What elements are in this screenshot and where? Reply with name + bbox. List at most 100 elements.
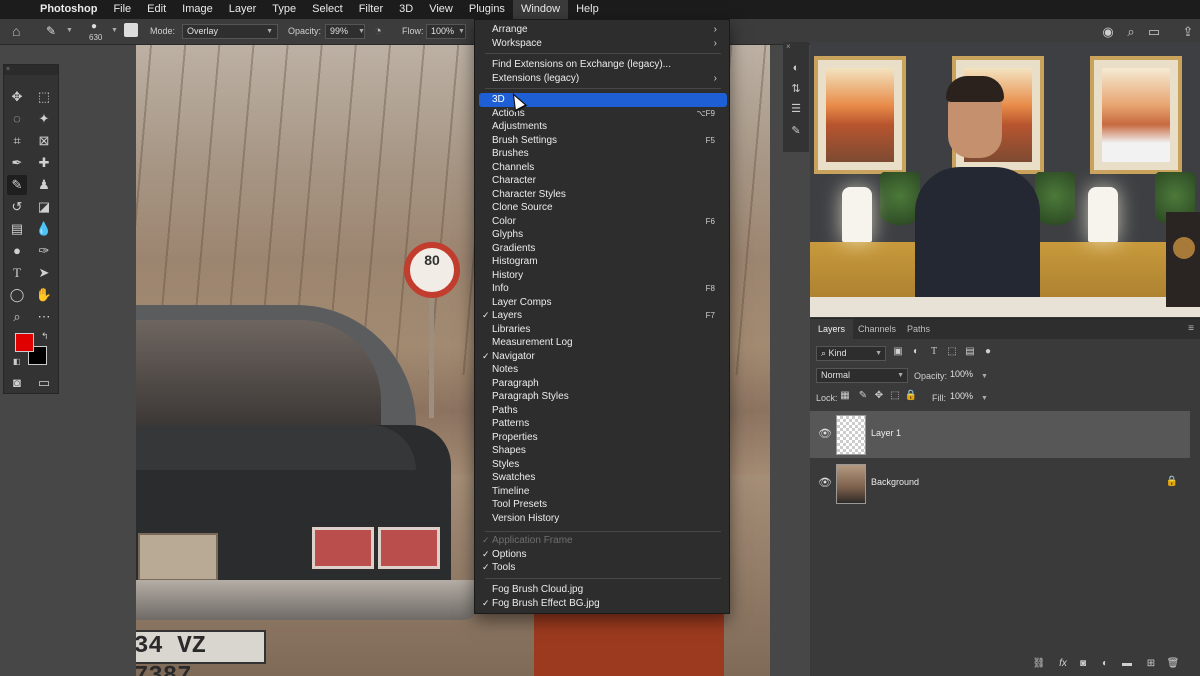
lasso-tool-icon[interactable]: ◌	[7, 109, 27, 129]
menu-item-clone-source[interactable]: Clone Source	[479, 201, 727, 215]
menu-item-info[interactable]: Info F8	[479, 282, 727, 296]
menu-item-tools[interactable]: ✓ Tools	[479, 561, 727, 575]
lock-pixels-icon[interactable]: ✎	[856, 390, 870, 401]
tool-preset-chevron-icon[interactable]: ▼	[66, 27, 73, 34]
menu-item-gradients[interactable]: Gradients	[479, 242, 727, 256]
menu-window[interactable]: Window	[512, 0, 569, 19]
menu-item-measurement-log[interactable]: Measurement Log	[479, 336, 727, 350]
tab-paths[interactable]: Paths	[899, 319, 938, 339]
add-mask-icon[interactable]: ◙	[1076, 658, 1090, 669]
zoom-tool-icon[interactable]: ⌕	[7, 307, 27, 327]
eraser-icon[interactable]: ◪	[34, 197, 54, 217]
new-group-icon[interactable]: ▬	[1120, 658, 1134, 669]
visibility-eye-icon[interactable]: 👁	[818, 476, 832, 489]
menu-item-extensions[interactable]: Extensions (legacy) ›	[479, 72, 727, 86]
menu-item-history[interactable]: History	[479, 269, 727, 283]
more-tools-icon[interactable]: ⋯	[34, 307, 54, 327]
menu-item-paths[interactable]: Paths	[479, 404, 727, 418]
default-colors-icon[interactable]: ◧	[13, 357, 21, 366]
menu-type[interactable]: Type	[264, 0, 304, 19]
clone-stamp-icon[interactable]: ♟	[34, 175, 54, 195]
menu-item-navigator[interactable]: ✓ Navigator	[479, 350, 727, 364]
frame-tool-icon[interactable]: ⊠	[34, 131, 54, 151]
tools-panel-header[interactable]: ×	[4, 65, 58, 75]
menu-item-arrange[interactable]: Arrange ›	[479, 23, 727, 37]
filter-shape-icon[interactable]: ⬚	[945, 346, 959, 357]
delete-layer-icon[interactable]: 🗑	[1166, 658, 1180, 669]
opacity-chevron-icon[interactable]: ▼	[981, 373, 988, 380]
menu-filter[interactable]: Filter	[351, 0, 391, 19]
filter-toggle-icon[interactable]: ●	[981, 346, 995, 357]
menu-item-workspace[interactable]: Workspace ›	[479, 37, 727, 51]
menu-item-channels[interactable]: Channels	[479, 161, 727, 175]
menu-item-version-history[interactable]: Version History	[479, 512, 727, 526]
menu-item-shapes[interactable]: Shapes	[479, 444, 727, 458]
eyedropper-icon[interactable]: ✒	[7, 153, 27, 173]
filter-smart-object-icon[interactable]: ▤	[963, 346, 977, 357]
dodge-tool-icon[interactable]: ●	[7, 241, 27, 261]
flow-chevron-icon[interactable]: ▼	[458, 28, 465, 35]
menu-item-properties[interactable]: Properties	[479, 431, 727, 445]
menu-item-styles[interactable]: Styles	[479, 458, 727, 472]
new-layer-icon[interactable]: ⊞	[1144, 658, 1158, 669]
brush-settings-panel-icon[interactable]: ✎	[788, 124, 804, 140]
filter-type-icon[interactable]: T	[927, 346, 941, 357]
visibility-eye-icon[interactable]: 👁	[818, 427, 832, 440]
filter-kind-dropdown[interactable]: ⌕ Kind ▼	[816, 346, 886, 361]
lock-all-icon[interactable]: 🔒	[904, 390, 918, 401]
search-icon[interactable]: ⌕	[1123, 24, 1139, 40]
menu-item-options[interactable]: ✓ Options	[479, 548, 727, 562]
tab-layers[interactable]: Layers	[810, 319, 854, 339]
menu-item-brushes[interactable]: Brushes	[479, 147, 727, 161]
menu-view[interactable]: View	[421, 0, 461, 19]
crop-tool-icon[interactable]: ⌗	[7, 131, 27, 151]
menu-item-document-1[interactable]: Fog Brush Cloud.jpg	[479, 583, 727, 597]
path-selection-icon[interactable]: ➤	[34, 263, 54, 283]
share-icon[interactable]: ⇪	[1180, 24, 1196, 40]
menu-photoshop[interactable]: Photoshop	[32, 0, 105, 19]
filter-adjustment-icon[interactable]: ◐	[909, 346, 923, 357]
lock-artboard-icon[interactable]: ⬚	[888, 390, 902, 401]
adjustments-panel-icon[interactable]: ☰	[788, 102, 804, 118]
menu-item-tool-presets[interactable]: Tool Presets	[479, 498, 727, 512]
layer-style-icon[interactable]: fx	[1056, 658, 1070, 669]
navigator-panel-icon[interactable]: ◐	[788, 62, 804, 78]
quick-mask-icon[interactable]: ◙	[7, 373, 27, 393]
move-tool-icon[interactable]: ✥	[7, 87, 27, 107]
menu-item-document-2[interactable]: ✓ Fog Brush Effect BG.jpg	[479, 597, 727, 611]
close-icon[interactable]: ×	[786, 42, 791, 51]
screen-mode-icon[interactable]: ▭	[34, 373, 54, 393]
layer-row-layer-1[interactable]: 👁 Layer 1	[810, 411, 1190, 458]
workspace-icon[interactable]: ▭	[1146, 24, 1162, 40]
mode-dropdown[interactable]: Overlay ▼	[182, 24, 278, 39]
account-icon[interactable]: ◉	[1100, 24, 1116, 40]
gradient-tool-icon[interactable]: ▤	[7, 219, 27, 239]
blur-tool-icon[interactable]: 💧	[34, 219, 54, 239]
brush-preset-chevron-icon[interactable]: ▼	[111, 27, 118, 34]
brush-settings-icon[interactable]	[124, 23, 138, 37]
menu-file[interactable]: File	[105, 0, 139, 19]
adjustment-layer-icon[interactable]: ◐	[1098, 658, 1112, 669]
layer-name[interactable]: Layer 1	[871, 428, 901, 438]
blend-mode-dropdown[interactable]: Normal ▼	[816, 368, 908, 383]
history-brush-icon[interactable]: ↺	[7, 197, 27, 217]
ellipse-tool-icon[interactable]: ◯	[7, 285, 27, 305]
menu-item-patterns[interactable]: Patterns	[479, 417, 727, 431]
menu-item-layers[interactable]: ✓ Layers F7	[479, 309, 727, 323]
type-tool-icon[interactable]: T	[7, 263, 27, 283]
fill-chevron-icon[interactable]: ▼	[981, 395, 988, 402]
healing-brush-icon[interactable]: ✚	[34, 153, 54, 173]
menu-help[interactable]: Help	[568, 0, 607, 19]
pen-tool-icon[interactable]: ✑	[34, 241, 54, 261]
menu-item-character-styles[interactable]: Character Styles	[479, 188, 727, 202]
lock-transparency-icon[interactable]: ▦	[838, 390, 852, 401]
menu-plugins[interactable]: Plugins	[461, 0, 513, 19]
magic-wand-icon[interactable]: ✦	[34, 109, 54, 129]
menu-item-paragraph-styles[interactable]: Paragraph Styles	[479, 390, 727, 404]
brush-tool-icon[interactable]: ✎	[46, 24, 56, 38]
link-layers-icon[interactable]: ⛓	[1032, 658, 1046, 669]
home-icon[interactable]: ⌂	[12, 23, 20, 39]
menu-item-color[interactable]: Color F6	[479, 215, 727, 229]
menu-item-swatches[interactable]: Swatches	[479, 471, 727, 485]
menu-item-find-extensions[interactable]: Find Extensions on Exchange (legacy)...	[479, 58, 727, 72]
